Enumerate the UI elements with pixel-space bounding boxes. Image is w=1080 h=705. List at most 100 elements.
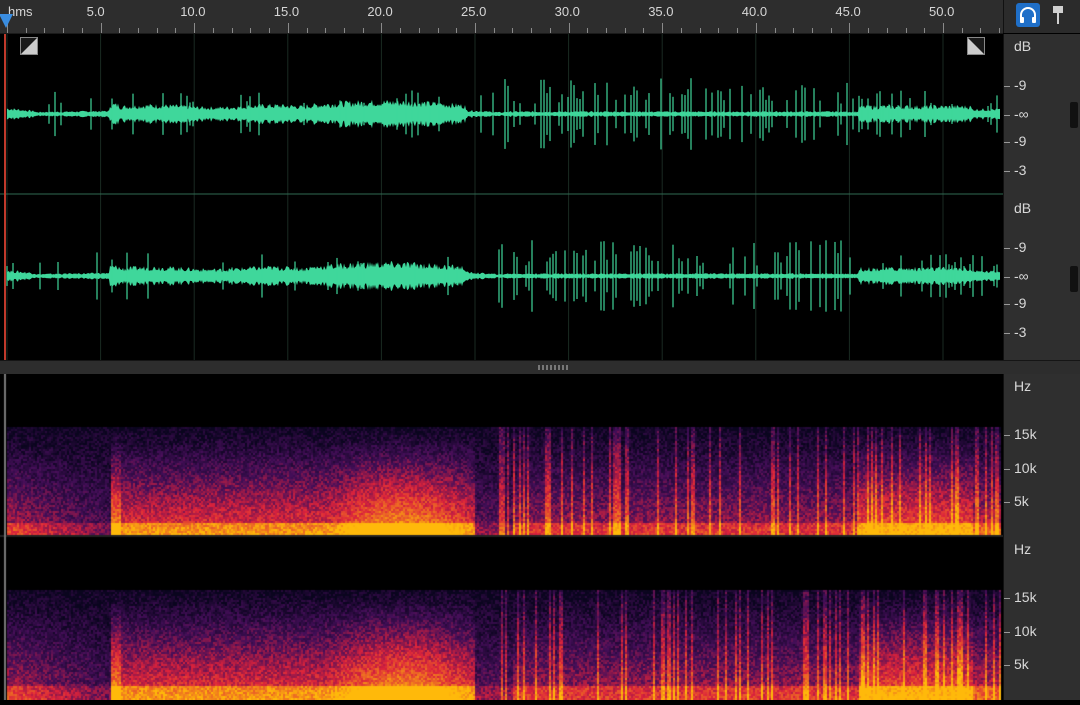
scale-unit-label: Hz — [1014, 378, 1032, 394]
scale-tick — [1004, 435, 1010, 436]
ruler-tick — [343, 28, 345, 33]
ruler-tick — [437, 28, 439, 33]
ruler-tick — [961, 28, 963, 33]
fade-in-icon — [21, 38, 37, 54]
waveform-scale: dB -9 -∞ -9 -3 dB -9 -∞ -9 -3 — [1003, 34, 1080, 360]
ruler-tick — [662, 23, 664, 33]
ruler-tick — [587, 28, 589, 33]
ruler-label: 25.0 — [461, 4, 487, 19]
channel-2-handle[interactable] — [1070, 266, 1078, 292]
scale-unit-label: Hz — [1014, 541, 1032, 557]
ruler-label: 30.0 — [554, 4, 580, 19]
ruler-tick — [250, 28, 252, 33]
ruler-tick — [624, 28, 626, 33]
waveform-channel-2 — [7, 261, 1000, 291]
ruler-tick — [699, 28, 701, 33]
ruler-tick — [755, 23, 757, 33]
ruler-tick — [138, 28, 140, 33]
scale-label: -∞ — [1014, 106, 1029, 122]
waveform-channel-1 — [7, 99, 1000, 129]
time-ruler[interactable]: hms 5.0 10.0 15.0 20.0 25.0 30.0 35.0 40.0 45.0 5… — [0, 0, 1003, 34]
ruler-tick — [63, 28, 65, 33]
scale-tick — [1004, 632, 1010, 633]
ruler-label: 15.0 — [273, 4, 300, 19]
ruler-tick — [943, 23, 944, 33]
ruler-tick — [830, 28, 832, 33]
scale-tick — [1004, 304, 1010, 305]
ruler-tick — [400, 28, 402, 33]
scale-tick — [1004, 502, 1010, 503]
ruler-tick — [287, 23, 289, 33]
waveform-display[interactable] — [0, 34, 1003, 360]
ruler-tick — [81, 28, 83, 33]
scale-tick — [1004, 142, 1010, 143]
scale-tick — [1004, 171, 1010, 172]
ruler-tick — [362, 28, 364, 33]
ruler-tick — [212, 28, 214, 33]
ruler-tick — [456, 28, 458, 33]
scale-unit-label: dB — [1014, 200, 1032, 216]
ruler-tick — [44, 28, 46, 33]
ruler-tick — [493, 28, 495, 33]
pin-icon — [1053, 6, 1063, 24]
ruler-tick — [119, 28, 121, 33]
ruler-tick — [531, 28, 533, 33]
spectrogram-display[interactable] — [0, 374, 1003, 700]
scale-label: 5k — [1014, 493, 1029, 509]
spectrogram-canvas[interactable] — [0, 374, 1003, 700]
ruler-tick — [980, 28, 982, 33]
view-splitter[interactable] — [0, 360, 1080, 375]
ruler-tick — [25, 28, 27, 33]
ruler-tick — [849, 23, 851, 33]
ruler-tick — [194, 23, 196, 33]
scale-label: -9 — [1014, 133, 1027, 149]
scale-tick — [1004, 115, 1010, 116]
headphones-button[interactable] — [1016, 3, 1040, 27]
scale-label: 10k — [1014, 623, 1037, 639]
ruler-tick — [568, 23, 570, 33]
ruler-tick — [868, 28, 870, 33]
ruler-label: 40.0 — [741, 4, 768, 19]
ruler-tick — [924, 28, 926, 33]
ruler-tick — [606, 28, 608, 33]
scale-label: 15k — [1014, 426, 1037, 442]
pin-button[interactable] — [1048, 3, 1068, 27]
scale-label: 15k — [1014, 589, 1037, 605]
ruler-label: 50.0 — [929, 4, 955, 19]
playhead-marker[interactable] — [0, 14, 13, 28]
ruler-tick — [100, 23, 102, 33]
channel-1-handle[interactable] — [1070, 102, 1078, 128]
scale-label: -3 — [1014, 324, 1027, 340]
ruler-label: 5.0 — [86, 4, 105, 19]
ruler-tick — [737, 28, 739, 33]
ruler-tick — [512, 28, 514, 33]
scale-label: -3 — [1014, 162, 1027, 178]
fade-out-icon — [968, 38, 984, 54]
ruler-label: 20.0 — [367, 4, 393, 19]
scale-unit-label: dB — [1014, 38, 1032, 54]
scale-label: -9 — [1014, 239, 1027, 255]
ruler-tick — [325, 28, 327, 33]
ruler-tick — [718, 28, 720, 33]
scale-label: 5k — [1014, 656, 1029, 672]
waveform-canvas[interactable] — [0, 34, 1003, 360]
scale-tick — [1004, 277, 1010, 278]
splitter-grip[interactable] — [538, 365, 570, 370]
scale-tick — [1004, 598, 1010, 599]
ruler-tick — [381, 23, 383, 33]
scale-tick — [1004, 333, 1010, 334]
ruler-tick — [306, 28, 308, 33]
panel-toolbar — [1003, 0, 1080, 33]
ruler-tick — [231, 28, 233, 33]
scale-tick — [1004, 86, 1010, 87]
ruler-tick — [793, 28, 795, 33]
ruler-tick — [811, 28, 813, 33]
spectrogram-scale: Hz 15k 10k 5k Hz 15k 10k 5k — [1003, 374, 1080, 700]
ruler-label: 35.0 — [648, 4, 674, 19]
fade-in-handle[interactable] — [20, 37, 38, 55]
ruler-tick — [905, 28, 907, 33]
ruler-tick — [269, 28, 271, 33]
ruler-tick — [643, 28, 645, 33]
ruler-label: 10.0 — [180, 4, 206, 19]
fade-out-handle[interactable] — [967, 37, 985, 55]
